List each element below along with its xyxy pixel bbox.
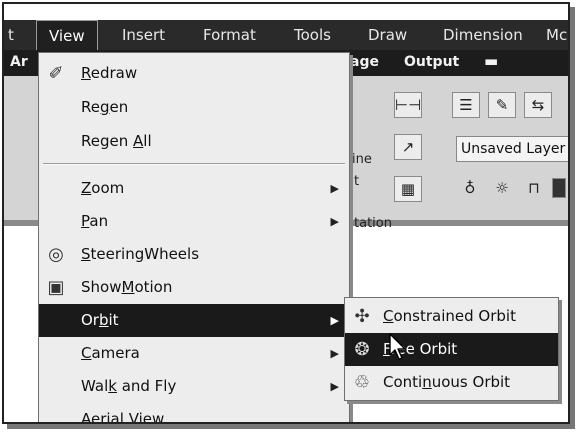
- layer-state-icon[interactable]: ✎: [488, 92, 516, 118]
- menu-item-tools[interactable]: Tools: [294, 20, 331, 50]
- steering-wheels-icon: ◎: [48, 244, 64, 265]
- menu-item-t[interactable]: t: [8, 20, 14, 50]
- menu-item-format[interactable]: Format: [203, 20, 256, 50]
- continuous-orbit-icon: ♲: [353, 372, 371, 393]
- panel-text-ine: ine: [352, 152, 372, 167]
- menu-item-orbit[interactable]: Orbit ▶: [39, 304, 349, 337]
- free-orbit-icon: ❂: [354, 339, 370, 360]
- ribbon-tab-ar[interactable]: Ar: [10, 54, 28, 70]
- submenu-arrow-icon: ▶: [330, 314, 339, 327]
- menu-item-redraw[interactable]: ✐ Redraw: [39, 57, 349, 90]
- layer-combo-box[interactable]: Unsaved Layer: [456, 136, 568, 162]
- menu-item-constrained-orbit[interactable]: ✣ Constrained Orbit: [345, 300, 558, 333]
- menu-item-regen[interactable]: Regen: [39, 91, 349, 124]
- show-motion-icon: ▣: [47, 277, 65, 298]
- menu-item-dimension[interactable]: Dimension: [443, 20, 523, 50]
- leader-icon[interactable]: ↗: [394, 134, 422, 160]
- submenu-arrow-icon: ▶: [330, 347, 339, 360]
- menu-item-free-orbit[interactable]: ❂ Free Orbit: [345, 333, 558, 366]
- menu-item-zoom[interactable]: Zoom ▶: [39, 172, 349, 205]
- orbit-submenu: ✣ Constrained Orbit ❂ Free Orbit ♲ Conti…: [344, 297, 559, 401]
- view-menu: ✐ Redraw Regen Regen All Zoom ▶ Pan ▶ ◎ …: [38, 52, 350, 422]
- layer-properties-icon[interactable]: ☰: [452, 92, 480, 118]
- panel-text-t: t: [354, 174, 360, 189]
- sun-icon[interactable]: ☼: [488, 176, 516, 202]
- menu-item-walk-and-fly[interactable]: Walk and Fly ▶: [39, 370, 349, 403]
- color-swatch[interactable]: [552, 178, 566, 198]
- menu-item-continuous-orbit[interactable]: ♲ Continuous Orbit: [345, 366, 558, 399]
- menu-item-aerial-view[interactable]: Aerial View: [39, 403, 349, 422]
- screenshot-frame: t View Insert Format Tools Draw Dimensio…: [2, 2, 570, 424]
- redraw-brush-icon: ✐: [48, 63, 64, 84]
- submenu-arrow-icon: ▶: [330, 380, 339, 393]
- mouse-pointer-icon: [389, 333, 406, 360]
- menu-item-regen-all[interactable]: Regen All: [39, 125, 349, 158]
- menu-separator: [43, 163, 345, 165]
- table-icon[interactable]: ▦: [394, 176, 422, 202]
- ribbon-minimize-icon[interactable]: ▬: [484, 52, 498, 70]
- menu-item-view[interactable]: View: [36, 20, 98, 50]
- menu-item-insert[interactable]: Insert: [122, 20, 165, 50]
- menu-item-showmotion[interactable]: ▣ ShowMotion: [39, 271, 349, 304]
- constrained-orbit-icon: ✣: [354, 306, 370, 327]
- menu-bar: t View Insert Format Tools Draw Dimensio…: [4, 20, 568, 50]
- menu-item-mc[interactable]: Mc: [546, 20, 567, 50]
- menu-item-camera[interactable]: Camera ▶: [39, 337, 349, 370]
- panel-label-annotation[interactable]: tation: [354, 216, 392, 231]
- menu-item-draw[interactable]: Draw: [368, 20, 407, 50]
- linear-dimension-icon[interactable]: ⊢⊣: [394, 92, 422, 118]
- ribbon-tab-age[interactable]: age: [350, 54, 379, 70]
- submenu-arrow-icon: ▶: [330, 215, 339, 228]
- ribbon-tab-output[interactable]: Output: [404, 54, 459, 70]
- lightbulb-icon[interactable]: ♁: [456, 176, 484, 202]
- layer-previous-icon[interactable]: ⇆: [524, 92, 552, 118]
- menu-item-pan[interactable]: Pan ▶: [39, 205, 349, 238]
- submenu-arrow-icon: ▶: [330, 182, 339, 195]
- menu-item-steeringwheels[interactable]: ◎ SteeringWheels: [39, 238, 349, 271]
- lock-icon[interactable]: ⊓: [520, 176, 548, 202]
